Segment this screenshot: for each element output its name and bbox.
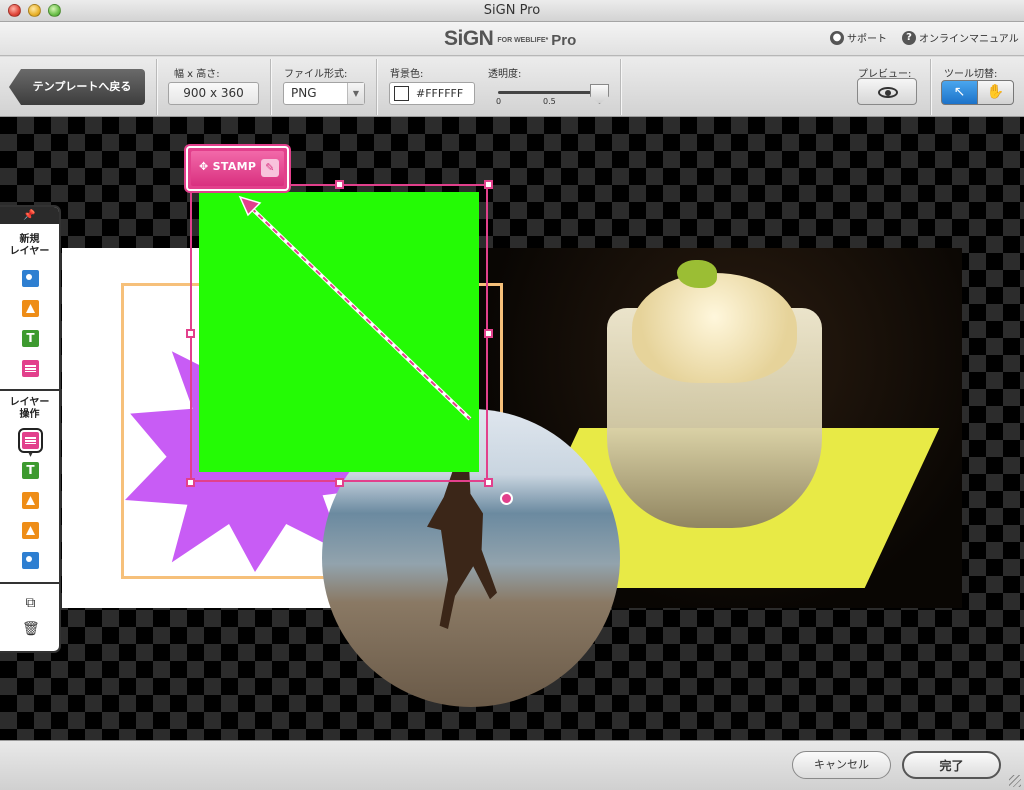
resize-handle[interactable] [186,329,195,338]
opacity-label: 透明度: [488,69,522,80]
add-image-layer-icon[interactable] [22,270,39,287]
resize-handle[interactable] [335,478,344,487]
toolbar-divider [156,59,157,115]
window-resize-grip[interactable] [1009,775,1021,787]
support-label: サポート [847,34,887,45]
window-title: SiGN Pro [483,3,541,18]
selection-box[interactable] [186,180,493,487]
add-shape-layer-icon[interactable] [22,300,39,317]
footer-bar: キャンセル 完了 [0,740,1024,790]
panel-divider [0,582,59,584]
format-label: ファイル形式: [284,69,348,80]
mint-leaf-shape [677,260,717,288]
layer-ops-heading-line2: 操作 [19,409,40,420]
running-child-shape [427,464,497,629]
layer-item-stamp[interactable] [18,428,43,453]
editing-canvas[interactable]: ✥ STAMP ✎ [0,117,1024,740]
pin-icon[interactable]: 📌 [0,207,59,224]
dropdown-arrow-icon: ▼ [347,83,364,104]
opacity-tick-min: 0 [496,97,502,106]
user-icon: ● [830,30,844,45]
support-link[interactable]: ● サポート [830,30,887,45]
edit-pencil-icon[interactable]: ✎ [261,159,279,177]
layer-item-shape-2[interactable] [22,522,39,539]
layer-ops-heading-line1: レイヤー [9,397,50,408]
bg-color-input[interactable]: #FFFFFF [389,82,475,105]
resize-handle[interactable] [335,180,344,189]
resize-handle[interactable] [484,329,493,338]
done-button[interactable]: 完了 [902,751,1001,779]
hand-tool-button[interactable]: ✋ [977,80,1014,105]
rotate-handle[interactable] [500,492,513,505]
new-layer-heading-line1: 新規 [19,234,40,245]
bg-color-swatch[interactable] [394,86,409,101]
opacity-slider-track[interactable] [498,91,601,94]
zoom-window-button[interactable] [48,4,61,17]
toolbar-divider [376,59,377,115]
toolbar-divider [620,59,621,115]
help-icon: ? [902,30,916,45]
cancel-button[interactable]: キャンセル [792,751,891,779]
new-layer-heading-line2: レイヤー [9,246,50,257]
format-select-value: PNG [291,86,317,100]
bg-color-label: 背景色: [390,69,424,80]
preview-button[interactable] [857,78,917,105]
window-titlebar: SiGN Pro [0,0,1024,22]
current-layer-indicator: ▾ [28,450,33,460]
app-header: SiGN FOR WEBLIFE* Pro ● サポート ? オンラインマニュアル [0,22,1024,56]
tool-switch-label: ツール切替: [944,69,998,80]
minimize-window-button[interactable] [28,4,41,17]
logo-pro-text: Pro [551,32,577,49]
toolbar-divider [270,59,271,115]
add-stamp-layer-icon[interactable] [22,360,39,377]
duplicate-layer-icon[interactable]: ⧉ [22,595,39,611]
online-manual-link[interactable]: ? オンラインマニュアル [902,30,1019,45]
new-layer-heading: 新規 レイヤー [0,234,59,258]
resize-handle[interactable] [484,478,493,487]
stamp-label: ✥ STAMP [199,160,257,173]
panel-divider [0,389,59,391]
logo-sub-text: FOR WEBLIFE* [497,37,549,44]
eye-icon [878,87,898,98]
manual-label: オンラインマニュアル [919,34,1019,45]
close-window-button[interactable] [8,4,21,17]
resize-handle[interactable] [484,180,493,189]
format-select[interactable]: PNG ▼ [283,82,365,105]
ice-cream-shape [632,273,797,383]
delete-layer-icon[interactable]: 🗑 [22,621,40,637]
back-to-templates-button[interactable]: テンプレートへ戻る [9,69,145,105]
layer-item-shape-1[interactable] [22,492,39,509]
layer-item-text[interactable]: T [22,462,39,479]
toolbar-divider [930,59,931,115]
layer-ops-heading: レイヤー 操作 [0,397,59,421]
stamp-layer-tag[interactable]: ✥ STAMP ✎ [186,146,289,191]
resize-handle[interactable] [186,478,195,487]
layer-item-image[interactable] [22,552,39,569]
add-text-layer-icon[interactable]: T [22,330,39,347]
app-logo: SiGN FOR WEBLIFE* Pro [444,27,576,51]
size-label: 幅 x 高さ: [174,69,220,80]
layer-panel: 📌 新規 レイヤー T レイヤー 操作 ▾ T ⧉ 🗑 [0,205,61,653]
bg-color-hex: #FFFFFF [416,87,464,100]
opacity-tick-mid: 0.5 [543,97,556,106]
logo-main-text: SiGN [444,27,494,50]
select-tool-button[interactable]: ↖ [941,80,978,105]
size-display[interactable]: 900 x 360 [168,82,259,105]
